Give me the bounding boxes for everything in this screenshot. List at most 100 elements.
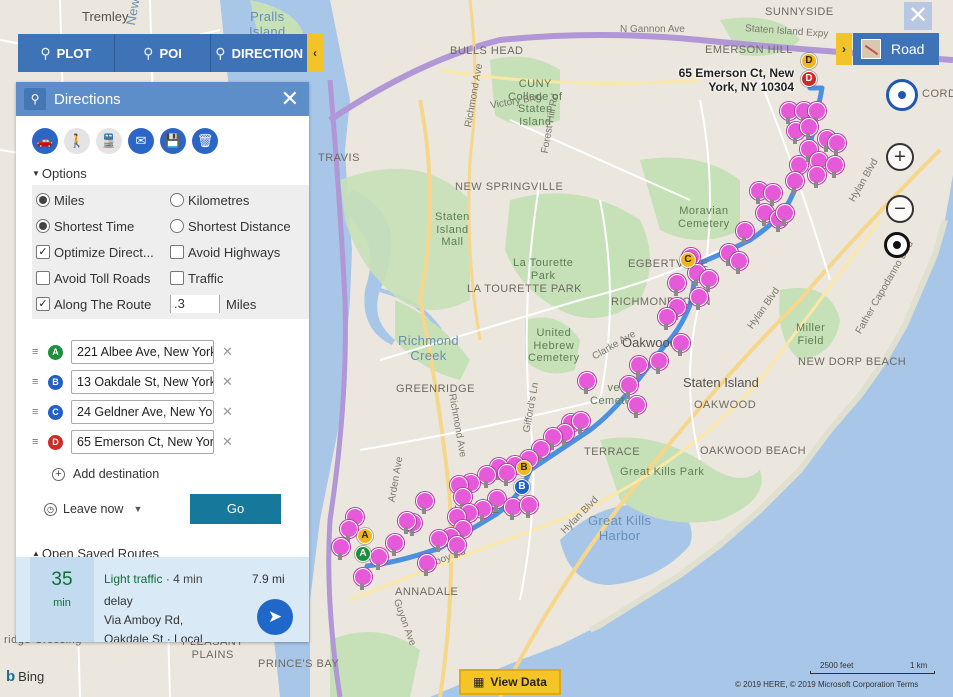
traffic-checkbox[interactable]: Traffic (170, 269, 309, 287)
locate-me-icon[interactable] (884, 232, 910, 258)
poi-pin-icon[interactable] (628, 396, 646, 418)
remove-stop-icon[interactable]: ✕ (222, 344, 233, 360)
tab-poi[interactable]: ⚲ POI (115, 34, 212, 72)
waypoint-marker-d-outline[interactable]: D (801, 53, 817, 69)
poi-pin-icon[interactable] (520, 496, 538, 518)
poi-pin-icon[interactable] (430, 530, 448, 552)
drag-handle-icon[interactable]: ≡ (32, 376, 44, 388)
poi-pin-icon[interactable] (828, 134, 846, 156)
poi-pin-icon[interactable] (370, 548, 388, 570)
route-minutes: 35 (51, 569, 73, 590)
copyright-text[interactable]: © 2019 HERE, © 2019 Microsoft Corporatio… (735, 680, 918, 689)
navigate-button[interactable]: ➤ (257, 599, 293, 635)
along-route-distance-input[interactable]: .3 (170, 295, 220, 313)
map-label: La Tourette Park (513, 257, 574, 282)
poi-pin-icon[interactable] (658, 308, 676, 330)
kilometres-radio[interactable]: Kilometres (170, 191, 309, 209)
poi-pin-icon[interactable] (498, 464, 516, 486)
table-icon: ▦ (473, 675, 485, 689)
stop-c-input[interactable]: 24 Geldner Ave, New York (71, 400, 214, 424)
poi-pin-icon[interactable] (764, 184, 782, 206)
walk-mode-button[interactable]: 🚶 (64, 128, 90, 154)
poi-pin-icon[interactable] (578, 372, 596, 394)
poi-pin-icon[interactable] (504, 498, 522, 520)
poi-pin-icon[interactable] (478, 466, 496, 488)
tab-poi-label: POI (159, 45, 182, 61)
poi-pin-icon[interactable] (448, 536, 466, 558)
minus-icon: − (894, 198, 906, 220)
poi-pin-icon[interactable] (736, 222, 754, 244)
save-icon: 💾 (164, 133, 182, 148)
add-destination-button[interactable]: + Add destination (52, 467, 309, 481)
leave-now-dropdown[interactable]: ◷ Leave now ▼ (44, 502, 142, 516)
go-button[interactable]: Go (190, 494, 281, 524)
poi-pin-icon[interactable] (800, 118, 818, 140)
remove-stop-icon[interactable]: ✕ (222, 374, 233, 390)
drag-handle-icon[interactable]: ≡ (32, 346, 44, 358)
poi-pin-icon[interactable] (398, 512, 416, 534)
waypoint-marker-b[interactable]: B (514, 479, 530, 495)
waypoint-marker-a-outline[interactable]: A (357, 528, 373, 544)
tab-plot[interactable]: ⚲ PLOT (18, 34, 115, 72)
stop-badge-b: B (48, 374, 63, 390)
options-toggle[interactable]: ▼ Options (32, 166, 309, 181)
waypoint-marker-d[interactable]: D (801, 71, 817, 87)
optimize-directions-checkbox[interactable]: ✓ Optimize Direct... (36, 243, 170, 261)
shortest-distance-radio[interactable]: Shortest Distance (170, 217, 309, 235)
poi-pin-icon[interactable] (776, 204, 794, 226)
transit-mode-button[interactable]: 🚆 (96, 128, 122, 154)
tab-direction[interactable]: ⚲ DIRECTION (211, 34, 307, 72)
poi-pin-icon[interactable] (786, 172, 804, 194)
zoom-out-button[interactable]: − (886, 195, 914, 223)
map-style-button[interactable]: Road (853, 33, 939, 65)
poi-pin-icon[interactable] (416, 492, 434, 514)
waypoint-marker-b-outline[interactable]: B (516, 460, 532, 476)
email-button[interactable]: ✉ (128, 128, 154, 154)
along-route-checkbox[interactable]: ✓ Along The Route (36, 295, 170, 313)
stop-b-input[interactable]: 13 Oakdale St, New York (71, 370, 214, 394)
poi-pin-icon[interactable] (690, 288, 708, 310)
waypoint-marker-c[interactable]: C (680, 252, 696, 268)
avoid-toll-checkbox[interactable]: Avoid Toll Roads (36, 269, 170, 287)
expand-style-button[interactable]: › (836, 33, 852, 65)
stop-row: ≡ C 24 Geldner Ave, New York ✕ (32, 397, 309, 427)
waypoint-marker-a[interactable]: A (355, 546, 371, 562)
poi-pin-icon[interactable] (668, 274, 686, 296)
poi-pin-icon[interactable] (672, 334, 690, 356)
poi-pin-icon[interactable] (418, 554, 436, 576)
stop-row: ≡ D 65 Emerson Ct, New York ✕ (32, 427, 309, 457)
poi-pin-icon[interactable] (572, 412, 590, 434)
along-route-label: Along The Route (54, 296, 152, 312)
remove-stop-icon[interactable]: ✕ (222, 404, 233, 420)
poi-pin-icon[interactable] (826, 156, 844, 178)
route-summary-card[interactable]: 35 min Light traffic · 4 min 7.9 mi dela… (16, 557, 309, 642)
poi-pin-icon[interactable] (650, 352, 668, 374)
shortest-time-radio[interactable]: Shortest Time (36, 217, 170, 235)
remove-stop-icon[interactable]: ✕ (222, 434, 233, 450)
collapse-panel-button[interactable]: ‹ (307, 34, 323, 72)
miles-radio[interactable]: Miles (36, 191, 170, 209)
poi-pin-icon[interactable] (730, 252, 748, 274)
drag-handle-icon[interactable]: ≡ (32, 436, 44, 448)
poi-pin-icon[interactable] (808, 166, 826, 188)
map-label: Richmond Creek (398, 333, 459, 363)
drag-handle-icon[interactable]: ≡ (32, 406, 44, 418)
car-mode-button[interactable]: 🚗 (32, 128, 58, 154)
close-map-button[interactable]: ✕ (904, 2, 932, 30)
view-data-button[interactable]: ▦ View Data (459, 669, 561, 695)
zoom-in-button[interactable]: + (886, 143, 914, 171)
poi-pin-icon[interactable] (354, 568, 372, 590)
close-panel-button[interactable]: ✕ (281, 88, 299, 110)
poi-pin-icon[interactable] (780, 102, 798, 124)
poi-pin-icon[interactable] (386, 534, 404, 556)
compass-icon[interactable] (886, 79, 918, 111)
stop-d-input[interactable]: 65 Emerson Ct, New York (71, 430, 214, 454)
poi-pin-icon[interactable] (620, 376, 638, 398)
stop-a-input[interactable]: 221 Albee Ave, New York (71, 340, 214, 364)
poi-pin-icon[interactable] (332, 538, 350, 560)
avoid-highways-checkbox[interactable]: Avoid Highways (170, 243, 309, 261)
save-button[interactable]: 💾 (160, 128, 186, 154)
scale-km: 1 km (910, 661, 928, 670)
delete-button[interactable]: 🗑 (192, 128, 218, 154)
poi-pin-icon[interactable] (630, 356, 648, 378)
